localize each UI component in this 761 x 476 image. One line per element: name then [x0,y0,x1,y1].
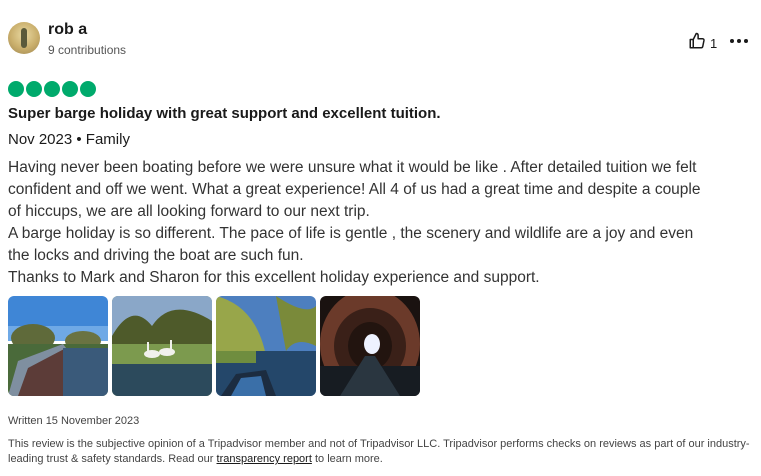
review-line: Having never been boating before we were… [8,159,697,176]
helpful-count: 1 [710,36,718,51]
canal-tunnel-photo[interactable] [320,296,420,396]
helpful-vote-button[interactable]: 1 [688,32,717,55]
thumbs-up-icon [688,32,706,55]
disclaimer-text-end: to learn more. [311,453,383,465]
review-title[interactable]: Super barge holiday with great support a… [8,105,441,122]
review-disclaimer: This review is the subjective opinion of… [8,437,758,467]
reviewer-name[interactable]: rob a [48,21,87,39]
avatar[interactable] [8,22,40,54]
review-line: of hiccups, we are all looking forward t… [8,203,370,220]
review-photos [8,296,420,396]
rating-bubble [26,81,42,97]
rating-bubbles [8,81,96,97]
review-line: confident and off we went. What a great … [8,181,701,198]
swans-on-canal-photo[interactable] [112,296,212,396]
contribution-count: 9 contributions [48,43,127,57]
transparency-report-link[interactable]: transparency report [217,453,312,465]
review-line: the locks and driving the boat are such … [8,247,304,264]
rating-bubble [80,81,96,97]
more-options-icon[interactable] [729,32,749,50]
trip-date-type: Nov 2023 • Family [8,131,130,148]
review-line: A barge holiday is so different. The pac… [8,225,694,242]
boat-bow-under-willow-photo[interactable] [216,296,316,396]
rating-bubble [44,81,60,97]
review-body: Having never been boating before we were… [8,157,758,289]
canal-boat-roof-photo[interactable] [8,296,108,396]
rating-bubble [8,81,24,97]
written-date: Written 15 November 2023 [8,415,140,427]
review-line: Thanks to Mark and Sharon for this excel… [8,269,540,286]
rating-bubble [62,81,78,97]
